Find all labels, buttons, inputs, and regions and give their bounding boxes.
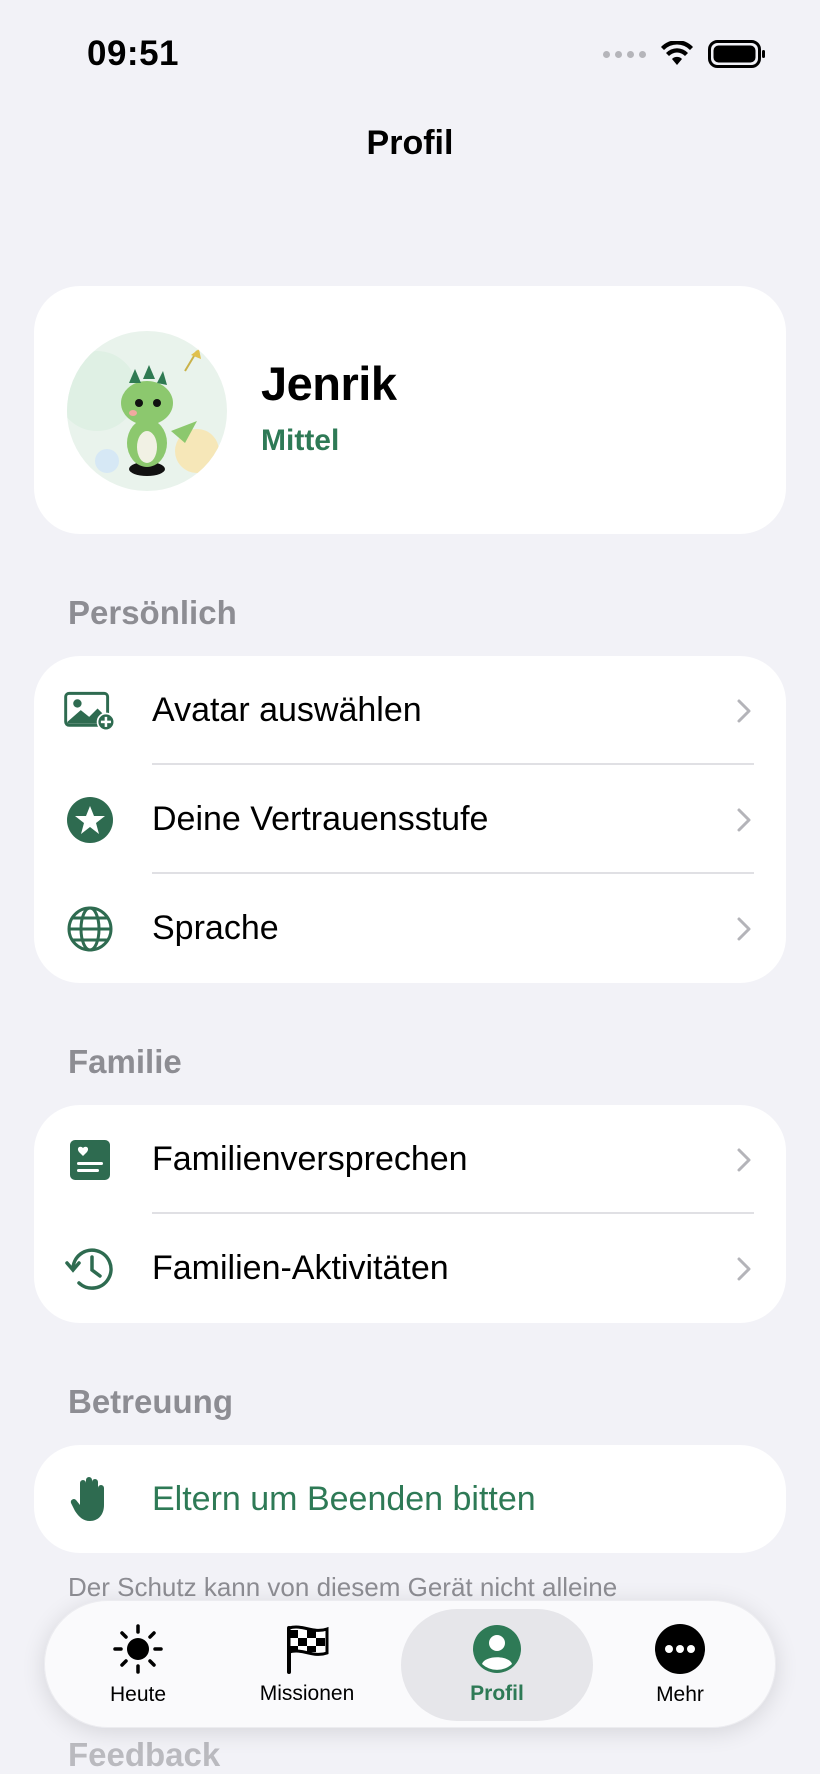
family-activity-label: Familien-Aktivitäten <box>152 1249 449 1287</box>
hand-icon <box>64 1473 116 1525</box>
trust-level-row[interactable]: Deine Vertrauensstufe <box>34 765 786 874</box>
ask-parents-to-end-button[interactable]: Eltern um Beenden bitten <box>34 1445 786 1553</box>
tab-missionen[interactable]: Missionen <box>227 1601 387 1729</box>
tab-profil[interactable]: Profil <box>401 1609 593 1721</box>
tab-label: Profil <box>470 1682 524 1705</box>
cellular-signal-icon <box>603 50 646 58</box>
person-circle-icon <box>473 1625 521 1673</box>
ask-parents-to-end-label: Eltern um Beenden bitten <box>152 1479 536 1518</box>
family-promise-label: Familienversprechen <box>152 1140 468 1178</box>
avatar-select-row[interactable]: Avatar auswählen <box>34 656 786 765</box>
history-icon <box>64 1243 116 1295</box>
language-label: Sprache <box>152 909 279 947</box>
profile-name: Jenrik <box>261 357 397 410</box>
checkered-flag-icon <box>287 1625 329 1674</box>
chevron-right-icon <box>737 917 751 940</box>
status-icons <box>603 40 766 68</box>
family-settings-group: Familienversprechen Familien-Aktivitäten <box>34 1105 786 1323</box>
tab-mehr[interactable]: Mehr <box>615 1601 745 1729</box>
status-time: 09:51 <box>87 34 180 73</box>
section-title-feedback: Feedback <box>68 1736 221 1773</box>
tab-label: Heute <box>109 1683 167 1706</box>
section-title-personal: Persönlich <box>68 594 237 631</box>
tab-label: Missionen <box>259 1682 355 1705</box>
heart-document-icon <box>64 1134 116 1186</box>
avatar <box>67 331 227 491</box>
battery-icon <box>708 40 765 68</box>
ellipsis-circle-icon <box>655 1624 705 1674</box>
page-title: Profil <box>366 124 454 162</box>
globe-icon <box>64 903 116 955</box>
profile-card[interactable]: Jenrik Mittel <box>34 286 786 534</box>
status-bar: 09:51 <box>0 0 820 100</box>
sun-icon <box>113 1624 163 1674</box>
personal-settings-group: Avatar auswählen Deine Vertrauensstufe S… <box>34 656 786 983</box>
tab-bar: Heute Missionen Profil Mehr <box>44 1600 776 1728</box>
section-title-family: Familie <box>68 1043 182 1080</box>
trust-level-label: Deine Vertrauensstufe <box>152 800 489 838</box>
dino-avatar-icon <box>67 349 219 476</box>
profile-level: Mittel <box>261 424 340 457</box>
chevron-right-icon <box>737 699 751 722</box>
tab-heute[interactable]: Heute <box>73 1601 203 1729</box>
family-activity-row[interactable]: Familien-Aktivitäten <box>34 1214 786 1323</box>
tab-label: Mehr <box>656 1683 704 1706</box>
chevron-right-icon <box>737 808 751 831</box>
chevron-right-icon <box>737 1148 751 1171</box>
image-plus-icon <box>64 685 116 737</box>
family-promise-row[interactable]: Familienversprechen <box>34 1105 786 1214</box>
avatar-select-label: Avatar auswählen <box>152 691 422 729</box>
wifi-icon <box>661 41 693 65</box>
care-group: Eltern um Beenden bitten <box>34 1445 786 1553</box>
care-footnote: Der Schutz kann von diesem Gerät nicht a… <box>68 1572 618 1602</box>
chevron-right-icon <box>737 1257 751 1280</box>
star-circle-icon <box>64 794 116 846</box>
language-row[interactable]: Sprache <box>34 874 786 983</box>
section-title-care: Betreuung <box>68 1383 233 1420</box>
